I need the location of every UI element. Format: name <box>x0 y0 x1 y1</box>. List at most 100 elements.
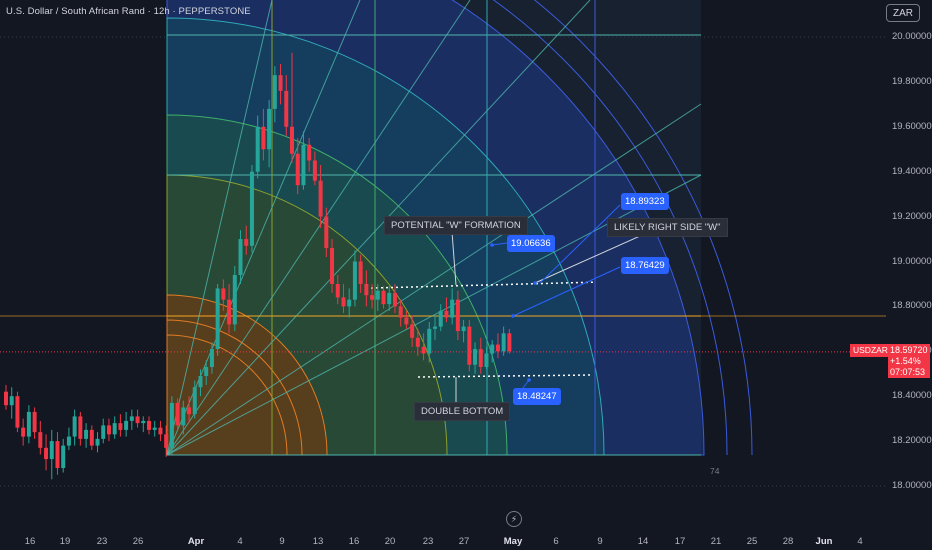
candle-body <box>84 429 89 439</box>
candle-body <box>478 349 483 368</box>
price-label-18-48247[interactable]: 18.48247 <box>513 388 561 405</box>
x-tick-label: 26 <box>132 536 144 547</box>
x-tick-label: 4 <box>237 536 243 547</box>
y-tick-label: 18.20000 <box>892 435 932 447</box>
candle-body <box>455 299 460 332</box>
x-tick-label: 28 <box>782 536 794 547</box>
candle-body <box>32 411 37 433</box>
candle-body <box>427 328 432 354</box>
candle-body <box>450 299 455 318</box>
candle-body <box>398 306 403 318</box>
anchor-dot <box>490 243 494 247</box>
price-label-18-89323[interactable]: 18.89323 <box>621 193 669 210</box>
bar-countdown: 07:07:53 <box>890 367 926 377</box>
x-tick-label: 19 <box>59 536 71 547</box>
candle-body <box>4 391 8 406</box>
note-potential-w[interactable]: POTENTIAL "W" FORMATION <box>384 216 528 235</box>
price-chart[interactable] <box>0 0 932 550</box>
candle-body <box>438 310 443 327</box>
candle-body <box>358 261 363 284</box>
candle-body <box>175 402 180 426</box>
candle-body <box>181 407 186 426</box>
y-tick-label: 20.00000 <box>892 31 932 42</box>
candle-body <box>158 427 163 435</box>
candle-body <box>192 387 197 415</box>
y-tick-label: 19.60000 <box>892 120 932 132</box>
candle-body <box>290 126 294 154</box>
candle-body <box>364 283 369 296</box>
x-tick-label: 14 <box>637 536 649 547</box>
candle-body <box>318 180 323 217</box>
candle-body <box>209 349 214 368</box>
anchor-dot <box>511 314 515 318</box>
candle-body <box>261 126 266 150</box>
price-label-19-06636[interactable]: 19.06636 <box>507 235 555 252</box>
candle-body <box>147 420 151 430</box>
candle-body <box>404 317 409 325</box>
current-price-box: 18.59720 +1.54% 07:07:53 <box>888 344 930 378</box>
lightning-icon[interactable]: ⚡︎ <box>506 511 522 527</box>
candle-body <box>141 420 146 424</box>
x-tick-label: 25 <box>746 536 758 547</box>
candle-body <box>26 411 31 437</box>
price-label-18-76429[interactable]: 18.76429 <box>621 257 669 274</box>
candle-body <box>295 153 300 186</box>
candle-body <box>38 432 43 448</box>
currency-button[interactable]: ZAR <box>886 4 920 22</box>
candle-body <box>66 436 71 446</box>
candle-body <box>221 288 226 300</box>
candle-body <box>244 239 249 246</box>
note-likely-right-side[interactable]: LIKELY RIGHT SIDE "W" <box>607 218 728 237</box>
y-tick-label: 18.80000 <box>892 300 932 312</box>
candle-body <box>232 274 237 325</box>
candle-body <box>21 427 26 437</box>
x-tick-label: 13 <box>312 536 324 547</box>
price-change: +1.54% <box>890 356 921 366</box>
candle-body <box>255 126 260 172</box>
candle-body <box>330 248 335 284</box>
candle-body <box>381 290 386 305</box>
y-tick-label: 19.80000 <box>892 75 932 87</box>
candle-body <box>507 333 512 352</box>
candle-body <box>490 344 495 354</box>
candle-body <box>72 416 77 437</box>
candle-body <box>187 407 192 415</box>
candle-body <box>55 441 60 469</box>
candle-body <box>95 438 100 446</box>
current-price: 18.59720 <box>890 345 928 355</box>
candle-body <box>461 326 466 332</box>
candle-body <box>272 75 277 109</box>
candle-body <box>495 344 500 352</box>
candle-body <box>307 144 312 161</box>
x-tick-label: 16 <box>348 536 360 547</box>
candle-body <box>473 349 478 365</box>
candle-body <box>101 425 106 439</box>
x-tick-label: 9 <box>597 536 603 547</box>
x-tick-label: 17 <box>674 536 686 547</box>
candle-body <box>278 75 283 91</box>
y-tick-label: 18.40000 <box>892 390 932 402</box>
candle-body <box>392 292 397 307</box>
candle-body <box>152 427 157 430</box>
y-tick-label: 19.40000 <box>892 165 932 177</box>
candle-body <box>415 337 420 347</box>
y-tick-label: 19.20000 <box>892 210 932 222</box>
candle-body <box>341 297 346 307</box>
candle-body <box>375 290 380 300</box>
candle-body <box>169 402 174 448</box>
x-tick-label: Apr <box>187 536 205 547</box>
candle-body <box>421 346 426 354</box>
candle-body <box>9 396 14 406</box>
candle-body <box>78 416 83 439</box>
y-tick-label: 19.00000 <box>892 255 932 267</box>
anchor-dot <box>527 378 531 382</box>
y-tick-label: 18.00000 <box>892 480 932 491</box>
candle-body <box>49 441 54 460</box>
candle-body <box>112 423 117 435</box>
candle-body <box>335 283 340 298</box>
candle-body <box>238 239 243 275</box>
note-double-bottom[interactable]: DOUBLE BOTTOM <box>414 402 511 421</box>
candle-body <box>124 420 129 430</box>
candle-body <box>324 216 329 249</box>
x-tick-label: 4 <box>857 536 863 547</box>
